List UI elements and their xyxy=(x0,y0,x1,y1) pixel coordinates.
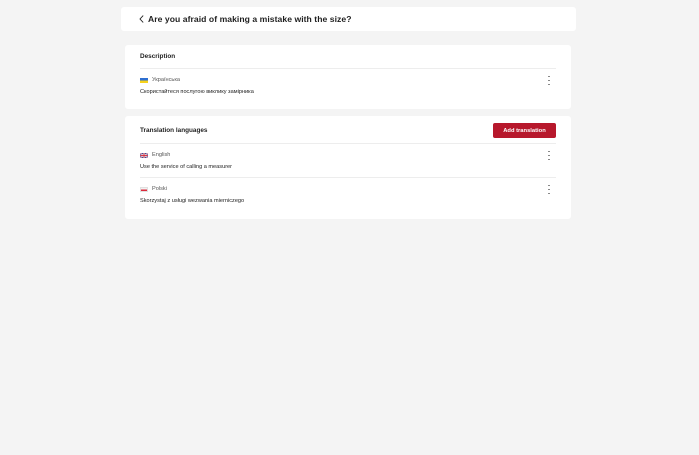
add-translation-button[interactable]: Add translation xyxy=(493,123,556,138)
chevron-left-icon xyxy=(139,15,144,23)
divider xyxy=(140,68,556,69)
description-text: Скористайтеся послугою виклику замірника xyxy=(140,89,254,95)
more-options-icon[interactable] xyxy=(547,151,551,160)
description-row: Українська Скористайтеся послугою виклик… xyxy=(140,76,556,95)
divider xyxy=(140,143,556,144)
translation-row-english: English Use the service of calling a mea… xyxy=(140,151,556,170)
header-bar: Are you afraid of making a mistake with … xyxy=(121,7,576,31)
more-options-icon[interactable] xyxy=(547,76,551,85)
translation-text: Use the service of calling a measurer xyxy=(140,164,233,170)
divider xyxy=(140,177,556,178)
translation-row-polski: Polski Skorzystaj z usługi wezwania mier… xyxy=(140,185,556,204)
ukraine-flag-icon xyxy=(140,77,148,83)
description-title: Description xyxy=(140,53,176,60)
back-button[interactable]: Are you afraid of making a mistake with … xyxy=(139,14,352,24)
description-card: Description Українська Скористайтеся пос… xyxy=(125,45,571,109)
translation-language: English xyxy=(152,152,171,158)
page-title: Are you afraid of making a mistake with … xyxy=(148,14,352,24)
translation-text: Skorzystaj z usługi wezwania mierniczego xyxy=(140,198,245,204)
translation-languages-title: Translation languages xyxy=(140,127,208,134)
description-language: Українська xyxy=(152,77,181,83)
translation-language: Polski xyxy=(152,186,167,192)
uk-flag-icon xyxy=(140,152,148,158)
more-options-icon[interactable] xyxy=(547,185,551,194)
translation-languages-card: Translation languages Add translation En… xyxy=(125,116,571,219)
poland-flag-icon xyxy=(140,186,148,192)
